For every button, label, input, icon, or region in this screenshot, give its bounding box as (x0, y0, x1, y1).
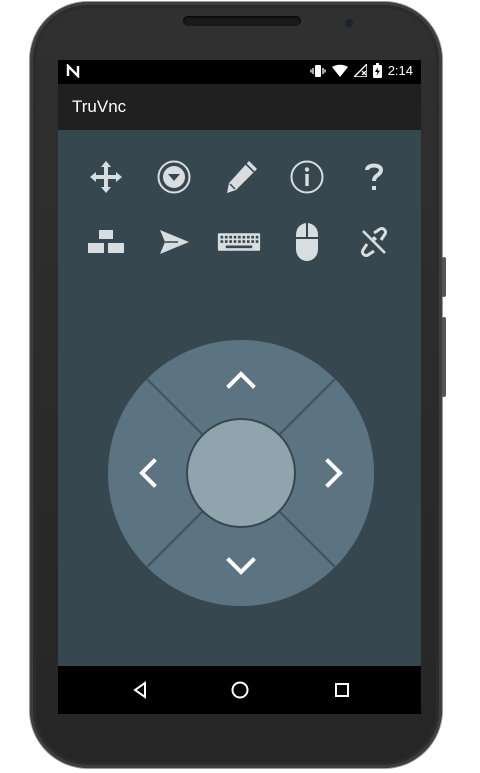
mouse-icon[interactable] (285, 220, 329, 264)
keyboard-icon[interactable] (217, 220, 261, 264)
send-icon[interactable] (152, 220, 196, 264)
power-button (442, 257, 446, 297)
vibrate-icon (310, 64, 326, 78)
home-icon[interactable] (226, 676, 254, 704)
battery-charging-icon (372, 63, 382, 78)
app-title: TruVnc (72, 97, 127, 116)
front-camera (345, 19, 353, 27)
wifi-icon (331, 64, 348, 77)
status-bar: 2:14 (58, 60, 421, 84)
move-icon[interactable] (84, 155, 128, 199)
recents-icon[interactable] (328, 676, 356, 704)
pencil-icon[interactable] (219, 155, 263, 199)
info-icon[interactable] (285, 155, 329, 199)
status-clock: 2:14 (387, 63, 413, 78)
network-icon[interactable] (84, 220, 128, 264)
screen: 2:14 TruVnc (58, 60, 421, 666)
app-bar: TruVnc (58, 84, 421, 130)
dropdown-circle-icon[interactable] (152, 155, 196, 199)
volume-button (442, 317, 446, 397)
dpad (108, 340, 374, 606)
no-signal-icon (353, 64, 367, 77)
disconnect-link-icon[interactable] (352, 220, 396, 264)
main-content (58, 130, 421, 666)
n-logo-icon (66, 63, 80, 81)
phone-speaker (183, 16, 301, 26)
center-button[interactable] (188, 420, 294, 526)
nav-bar (58, 666, 421, 714)
back-icon[interactable] (126, 676, 154, 704)
help-icon[interactable] (352, 155, 396, 199)
